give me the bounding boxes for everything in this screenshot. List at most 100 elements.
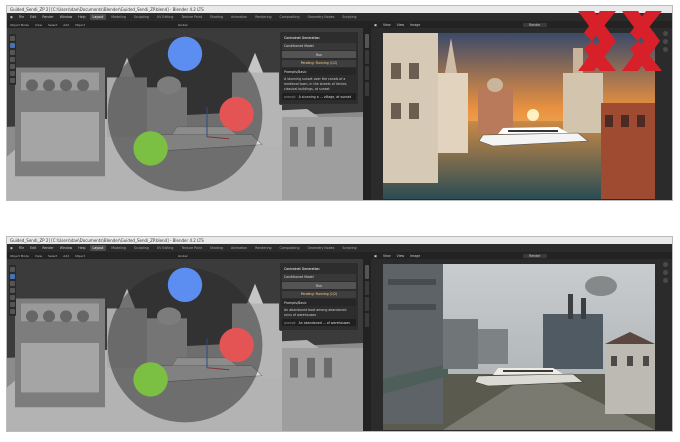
section-header[interactable]: Prompts/Basic bbox=[282, 299, 356, 306]
tab-scripting[interactable]: Scripting bbox=[339, 14, 359, 20]
tab-geometry-nodes[interactable]: Geometry Nodes bbox=[304, 245, 337, 251]
camera-icon[interactable] bbox=[663, 278, 668, 283]
run-button[interactable]: Run bbox=[282, 282, 356, 289]
prompt-field[interactable]: prompt A stunning a ... village, at suns… bbox=[282, 93, 356, 100]
tab-texture-paint[interactable]: Texture Paint bbox=[178, 14, 205, 20]
menu-add[interactable]: Add bbox=[63, 254, 69, 258]
tab-shading[interactable]: Shading bbox=[207, 245, 226, 251]
sidebar-tab-view[interactable] bbox=[365, 66, 369, 80]
tab-sculpting[interactable]: Sculpting bbox=[131, 14, 152, 20]
zoom-icon[interactable] bbox=[663, 262, 668, 267]
double-x-logo-icon bbox=[578, 11, 662, 71]
menu-image[interactable]: Image bbox=[410, 23, 420, 27]
menu-bar: ◉ File Edit Render Window Help Layout Mo… bbox=[7, 244, 672, 252]
tab-shading[interactable]: Shading bbox=[207, 14, 226, 20]
prompt-label: prompt bbox=[284, 94, 296, 99]
sidebar-tabs bbox=[363, 259, 371, 431]
menu-edit[interactable]: Edit bbox=[30, 246, 36, 250]
prompt-label: prompt bbox=[284, 320, 296, 325]
sidebar-tab-item[interactable] bbox=[365, 265, 369, 279]
tab-scripting[interactable]: Scripting bbox=[339, 245, 359, 251]
menu-object[interactable]: Object bbox=[75, 23, 85, 27]
panel-title[interactable]: Controlnet Generation bbox=[282, 265, 356, 272]
sidebar-tabs bbox=[363, 28, 371, 200]
screenshot-top: Guided_Sendi_ZP 2] [C:\Users\dae\Documen… bbox=[6, 5, 673, 201]
panel-title[interactable]: Controlnet Generation bbox=[282, 34, 356, 41]
menu-file[interactable]: File bbox=[19, 15, 24, 19]
menu-view[interactable]: View bbox=[35, 23, 42, 27]
3d-viewport[interactable]: Controlnet Generation Conditioned Model … bbox=[7, 28, 363, 200]
menu-select[interactable]: Select bbox=[48, 23, 57, 27]
image-name-field[interactable]: Render bbox=[523, 253, 547, 258]
menu-window[interactable]: Window bbox=[60, 246, 73, 250]
image-editor-nav bbox=[663, 262, 669, 286]
transform-orientation[interactable]: Global bbox=[178, 254, 188, 258]
menu-help[interactable]: Help bbox=[78, 246, 85, 250]
run-button[interactable]: Run bbox=[282, 51, 356, 58]
sidebar-tab-item[interactable] bbox=[365, 34, 369, 48]
sidebar-tab-controlnet[interactable] bbox=[365, 313, 369, 327]
menu-window[interactable]: Window bbox=[60, 15, 73, 19]
tab-uv-editing[interactable]: UV Editing bbox=[154, 245, 177, 251]
image-name-field[interactable]: Render bbox=[523, 22, 547, 27]
image-editor: ▣ View View Image Render bbox=[371, 252, 672, 431]
transform-orientation[interactable]: Global bbox=[178, 23, 188, 27]
tab-sculpting[interactable]: Sculpting bbox=[131, 245, 152, 251]
menu-render[interactable]: Render bbox=[42, 15, 53, 19]
sidebar-tab-controlnet[interactable] bbox=[365, 82, 369, 96]
menu-object[interactable]: Object bbox=[75, 254, 85, 258]
menu-view[interactable]: View bbox=[383, 254, 391, 258]
3d-viewport[interactable]: Controlnet Generation Conditioned Model … bbox=[7, 259, 363, 431]
status-badge: Pending: Running (1/2) bbox=[282, 59, 356, 67]
editor-type-icon[interactable]: ▣ bbox=[374, 23, 377, 27]
render-image bbox=[383, 264, 655, 430]
prompt-value: An abandoned ... of warehouses bbox=[298, 320, 350, 325]
editor-type-icon[interactable]: ▣ bbox=[374, 254, 377, 258]
controlnet-panel: Controlnet Generation Conditioned Model … bbox=[279, 262, 359, 331]
prompt-value: A stunning a ... village, at sunset bbox=[298, 94, 352, 99]
prompt-preview: A stunning sunset over the canals of a m… bbox=[284, 76, 348, 91]
tab-texture-paint[interactable]: Texture Paint bbox=[178, 245, 205, 251]
render-abandoned-industrial bbox=[383, 264, 655, 430]
status-badge: Pending: Running (1/2) bbox=[282, 290, 356, 298]
tab-uv-editing[interactable]: UV Editing bbox=[154, 14, 177, 20]
menu-help[interactable]: Help bbox=[78, 15, 85, 19]
sidebar-tab-tool[interactable] bbox=[365, 281, 369, 295]
image-editor-header: ▣ View View Image Render bbox=[371, 252, 672, 259]
mode-select[interactable]: Object Mode bbox=[10, 23, 29, 27]
tab-layout[interactable]: Layout bbox=[89, 14, 107, 20]
menu-edit[interactable]: Edit bbox=[30, 15, 36, 19]
tab-modeling[interactable]: Modeling bbox=[108, 14, 129, 20]
tab-geometry-nodes[interactable]: Geometry Nodes bbox=[304, 14, 337, 20]
menu-view-2[interactable]: View bbox=[397, 254, 405, 258]
tab-modeling[interactable]: Modeling bbox=[108, 245, 129, 251]
menu-view[interactable]: View bbox=[35, 254, 42, 258]
menu-view[interactable]: View bbox=[383, 23, 391, 27]
tab-animation[interactable]: Animation bbox=[228, 245, 250, 251]
menu-add[interactable]: Add bbox=[63, 23, 69, 27]
tab-animation[interactable]: Animation bbox=[228, 14, 250, 20]
model-select[interactable]: Conditioned Model bbox=[282, 273, 356, 281]
model-select[interactable]: Conditioned Model bbox=[282, 42, 356, 50]
tab-layout[interactable]: Layout bbox=[89, 245, 107, 251]
tab-rendering[interactable]: Rendering bbox=[252, 245, 274, 251]
window-title: Guided_Sendi_ZP 2] [C:\Users\dae\Documen… bbox=[7, 237, 672, 244]
sidebar-tab-tool[interactable] bbox=[365, 50, 369, 64]
controlnet-panel: Controlnet Generation Conditioned Model … bbox=[279, 31, 359, 105]
section-header[interactable]: Prompts/Basic bbox=[282, 68, 356, 75]
menu-render[interactable]: Render bbox=[42, 246, 53, 250]
mode-select[interactable]: Object Mode bbox=[10, 254, 29, 258]
tab-compositing[interactable]: Compositing bbox=[277, 14, 303, 20]
menu-file[interactable]: File bbox=[19, 246, 24, 250]
pan-icon[interactable] bbox=[663, 270, 668, 275]
prompt-field[interactable]: prompt An abandoned ... of warehouses bbox=[282, 319, 356, 326]
sidebar-tab-view[interactable] bbox=[365, 297, 369, 311]
blender-logo-icon[interactable]: ◉ bbox=[10, 246, 13, 250]
menu-view-2[interactable]: View bbox=[397, 23, 405, 27]
menu-select[interactable]: Select bbox=[48, 254, 57, 258]
blender-logo-icon[interactable]: ◉ bbox=[10, 15, 13, 19]
prompt-preview: An abandoned boat among abandoned ruins … bbox=[284, 307, 347, 317]
tab-compositing[interactable]: Compositing bbox=[277, 245, 303, 251]
menu-image[interactable]: Image bbox=[410, 254, 420, 258]
tab-rendering[interactable]: Rendering bbox=[252, 14, 274, 20]
